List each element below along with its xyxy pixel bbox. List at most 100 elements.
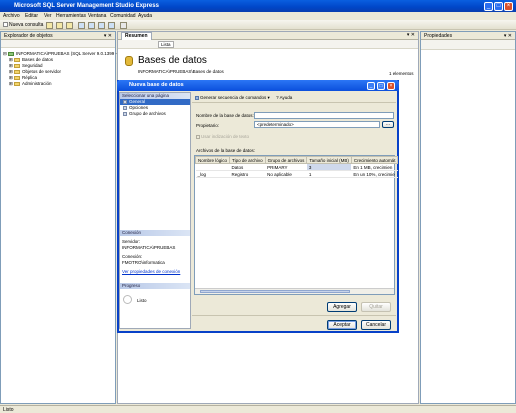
save-all-icon[interactable] <box>66 22 73 29</box>
cell-logical-name[interactable]: _log <box>195 170 230 178</box>
script-icon <box>195 95 199 100</box>
standard-toolbar: Nueva consulta <box>0 20 516 30</box>
tree-administration[interactable]: ⊞ Administración <box>9 81 52 87</box>
dialog-toolbar: Generar secuencia de comandos ▾ ? Ayuda <box>192 93 396 103</box>
tab-close-icon[interactable]: ▾ ✕ <box>407 32 415 38</box>
app-title: Microsoft SQL Server Management Studio E… <box>14 3 159 9</box>
document-tab-strip: Resumen ▾ ✕ <box>118 32 418 40</box>
menu-ayuda[interactable]: Ayuda <box>138 13 152 19</box>
menu-ver[interactable]: Ver <box>44 13 52 19</box>
dialog-close-button[interactable]: × <box>387 82 395 90</box>
object-explorer-panel: Explorador de objetos ▾ ✕ ⊟ INFORMATICA\… <box>0 31 117 404</box>
template-explorer-icon[interactable] <box>98 22 105 29</box>
registered-servers-icon[interactable] <box>78 22 85 29</box>
cell-initial-size[interactable]: 3 <box>306 163 352 171</box>
tab-summary[interactable]: Resumen <box>121 32 152 40</box>
progress-spinner-icon <box>123 295 132 304</box>
cancel-button[interactable]: Cancelar <box>361 320 391 330</box>
cell-autogrowth[interactable]: En un 10%, crecimie <box>351 170 398 178</box>
object-explorer-icon[interactable] <box>88 22 95 29</box>
close-button[interactable]: × <box>504 2 513 11</box>
status-text: Listo <box>3 407 14 413</box>
view-connection-properties-link[interactable]: Ver propiedades de conexión <box>122 269 188 275</box>
summary-toolbar: Lista <box>118 40 418 49</box>
grid-header-row: Nombre lógico Tipo de archivo Grupo de a… <box>194 156 399 164</box>
cell-filegroup: No aplicable <box>265 170 307 178</box>
ok-button[interactable]: Aceptar <box>327 320 357 330</box>
add-file-button[interactable]: Agregar <box>327 302 357 312</box>
panel-close-icon[interactable]: ▾ ✕ <box>504 32 512 40</box>
col-file-type[interactable]: Tipo de archivo <box>229 156 266 164</box>
dialog-maximize-button[interactable]: □ <box>377 82 385 90</box>
help-button[interactable]: ? Ayuda <box>276 95 292 100</box>
help-icon[interactable] <box>120 22 127 29</box>
properties-panel: Propiedades ▾ ✕ <box>420 31 516 404</box>
dialog-title-bar: Nueva base de datos <box>117 80 399 91</box>
app-title-bar: Microsoft SQL Server Management Studio E… <box>0 0 516 12</box>
col-initial-size[interactable]: Tamaño inicial (MB) <box>306 156 352 164</box>
open-file-icon[interactable] <box>46 22 53 29</box>
dialog-title: Nueva base de datos <box>129 82 184 88</box>
fulltext-checkbox[interactable]: Usar indización de texto <box>196 134 249 139</box>
col-logical-name[interactable]: Nombre lógico <box>194 156 231 164</box>
folder-icon <box>14 81 21 86</box>
progress-section: Progreso Listo <box>120 283 190 309</box>
remove-file-button[interactable]: Quitar <box>361 302 391 312</box>
cell-initial-size[interactable]: 1 <box>306 170 352 178</box>
folder-icon <box>14 57 21 62</box>
menu-herramientas[interactable]: Herramientas <box>56 13 86 19</box>
object-explorer-toolbar <box>1 40 115 48</box>
summary-heading: Bases de datos <box>138 55 207 66</box>
cell-filegroup: PRIMARY <box>265 163 307 171</box>
db-name-input[interactable] <box>254 112 394 119</box>
progress-status: Listo <box>137 298 147 303</box>
maximize-button[interactable]: □ <box>494 2 503 11</box>
new-query-label: Nueva consulta <box>9 22 44 28</box>
minimize-button[interactable]: _ <box>484 2 493 11</box>
dialog-minimize-button[interactable]: _ <box>367 82 375 90</box>
folder-icon <box>14 63 21 68</box>
checkbox-icon <box>196 134 200 139</box>
owner-label: Propietario: <box>196 123 220 128</box>
help-icon: ? <box>276 95 279 100</box>
horizontal-scrollbar[interactable] <box>195 288 394 294</box>
table-row: _log Registro No aplicable 1 En un 10%, … <box>195 170 398 178</box>
owner-browse-button[interactable]: ... <box>382 121 394 128</box>
database-icon <box>125 56 133 66</box>
menu-archivo[interactable]: Archivo <box>3 13 20 19</box>
page-icon <box>123 112 127 116</box>
list-dropdown[interactable]: Lista <box>158 41 174 48</box>
new-query-icon <box>3 22 8 28</box>
owner-input[interactable]: <predeterminado> <box>254 121 380 128</box>
save-icon[interactable] <box>56 22 63 29</box>
table-row: Datos PRIMARY 3 En 1 MB, crecimien <box>195 163 398 171</box>
status-bar: Listo <box>0 405 516 413</box>
cell-autogrowth[interactable]: En 1 MB, crecimien <box>351 163 398 171</box>
folder-icon <box>14 69 21 74</box>
properties-window-icon[interactable] <box>108 22 115 29</box>
object-explorer-title: Explorador de objetos <box>4 33 53 39</box>
script-button[interactable]: Generar secuencia de comandos ▾ <box>195 95 270 100</box>
files-grid: Nombre lógico Tipo de archivo Grupo de a… <box>194 155 399 295</box>
cell-file-type: Registro <box>229 170 266 178</box>
menu-ventana[interactable]: Ventana <box>88 13 106 19</box>
cell-logical-name[interactable] <box>195 163 230 171</box>
scrollbar-thumb[interactable] <box>200 290 350 293</box>
files-label: Archivos de la base de datos: <box>196 148 256 153</box>
page-filegroups[interactable]: Grupo de archivos <box>120 111 190 117</box>
connection-section: Conexión Servidor: INFORMATICA\PRUEBAS C… <box>120 230 190 278</box>
object-explorer-header: Explorador de objetos ▾ ✕ <box>1 32 115 40</box>
menu-comunidad[interactable]: Comunidad <box>110 13 136 19</box>
summary-path: INFORMATICA\PRUEBAS\Bases de datos <box>138 69 224 74</box>
page-icon <box>123 100 127 104</box>
menu-editar[interactable]: Editar <box>25 13 38 19</box>
cell-file-type: Datos <box>229 163 266 171</box>
db-name-label: Nombre de la base de datos: <box>196 113 254 118</box>
col-filegroup[interactable]: Grupo de archivos <box>264 156 308 164</box>
new-query-button[interactable]: Nueva consulta <box>3 22 43 28</box>
col-autogrowth[interactable]: Crecimiento automát <box>350 156 399 164</box>
properties-header: Propiedades ▾ ✕ <box>421 32 515 40</box>
panel-close-icon[interactable]: ▾ ✕ <box>104 32 112 40</box>
dialog-divider <box>192 315 396 316</box>
summary-count: 1 elementos <box>389 71 414 76</box>
